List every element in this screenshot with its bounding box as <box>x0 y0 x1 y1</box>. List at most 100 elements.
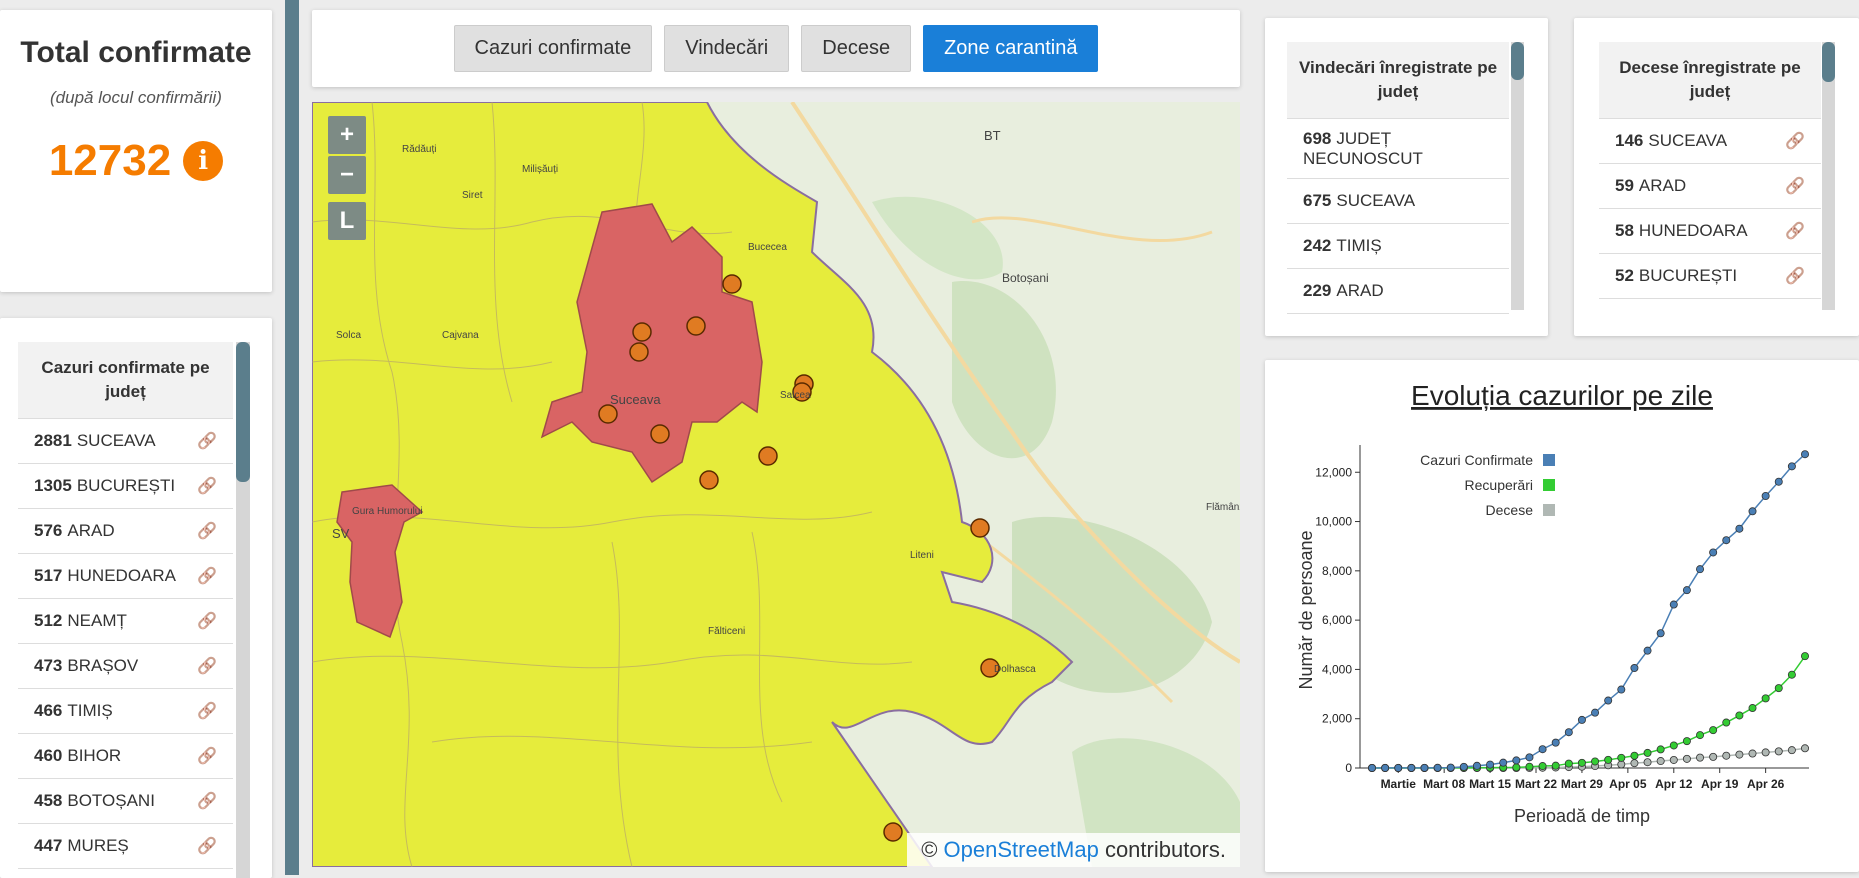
recoveries-scrollbar-track[interactable] <box>1511 42 1524 310</box>
case-marker[interactable] <box>699 470 719 490</box>
data-point[interactable] <box>1709 752 1718 761</box>
link-icon[interactable]: 🔗 <box>1785 131 1805 151</box>
data-point[interactable] <box>1604 696 1613 705</box>
data-point[interactable] <box>1682 737 1691 746</box>
list-item[interactable]: 52 BUCUREȘTI 🔗 <box>1599 254 1821 299</box>
link-icon[interactable]: 🔗 <box>197 836 217 856</box>
data-point[interactable] <box>1551 738 1560 747</box>
zoom-in-button[interactable]: + <box>328 116 366 154</box>
data-point[interactable] <box>1761 492 1770 501</box>
data-point[interactable] <box>1656 757 1665 766</box>
case-marker[interactable] <box>629 342 649 362</box>
data-point[interactable] <box>1748 749 1757 758</box>
deaths-scrollbar-thumb[interactable] <box>1822 42 1835 82</box>
list-item[interactable]: 512 NEAMȚ 🔗 <box>18 599 233 644</box>
data-point[interactable] <box>1669 755 1678 764</box>
data-point[interactable] <box>1774 477 1783 486</box>
data-point[interactable] <box>1709 726 1718 735</box>
data-point[interactable] <box>1722 536 1731 545</box>
data-point[interactable] <box>1486 760 1495 769</box>
list-item[interactable]: 517 HUNEDOARA 🔗 <box>18 554 233 599</box>
data-point[interactable] <box>1577 758 1586 767</box>
list-item[interactable]: 59 ARAD 🔗 <box>1599 164 1821 209</box>
tab-confirmed[interactable]: Cazuri confirmate <box>453 25 653 72</box>
data-point[interactable] <box>1682 586 1691 595</box>
quarantine-map[interactable]: Suceava BT Botoșani SV Bucecea Gura Humo… <box>312 102 1240 867</box>
link-icon[interactable]: 🔗 <box>197 746 217 766</box>
data-point[interactable] <box>1656 745 1665 754</box>
data-point[interactable] <box>1617 760 1626 769</box>
link-icon[interactable]: 🔗 <box>197 791 217 811</box>
case-marker[interactable] <box>722 274 742 294</box>
case-marker[interactable] <box>598 404 618 424</box>
data-point[interactable] <box>1722 751 1731 760</box>
data-point[interactable] <box>1591 757 1600 766</box>
data-point[interactable] <box>1459 762 1468 771</box>
link-icon[interactable]: 🔗 <box>197 701 217 721</box>
case-marker[interactable] <box>970 518 990 538</box>
data-point[interactable] <box>1801 652 1810 661</box>
list-item[interactable]: 58 HUNEDOARA 🔗 <box>1599 209 1821 254</box>
tab-recoveries[interactable]: Vindecări <box>664 25 790 72</box>
list-item[interactable]: 2881 SUCEAVA 🔗 <box>18 419 233 464</box>
data-point[interactable] <box>1617 685 1626 694</box>
data-point[interactable] <box>1722 718 1731 727</box>
data-point[interactable] <box>1512 756 1521 765</box>
data-point[interactable] <box>1787 462 1796 471</box>
list-item[interactable]: 473 BRAȘOV 🔗 <box>18 644 233 689</box>
list-item[interactable]: 460 BIHOR 🔗 <box>18 734 233 779</box>
data-point[interactable] <box>1538 745 1547 754</box>
data-point[interactable] <box>1577 715 1586 724</box>
data-point[interactable] <box>1643 748 1652 757</box>
data-point[interactable] <box>1787 670 1796 679</box>
data-point[interactable] <box>1368 763 1377 772</box>
link-icon[interactable]: 🔗 <box>1785 266 1805 286</box>
data-point[interactable] <box>1669 741 1678 750</box>
recoveries-scrollbar-thumb[interactable] <box>1511 42 1524 80</box>
data-point[interactable] <box>1696 731 1705 740</box>
list-item[interactable]: 576 ARAD 🔗 <box>18 509 233 554</box>
list-item[interactable]: 458 BOTOȘANI 🔗 <box>18 779 233 824</box>
link-icon[interactable]: 🔗 <box>197 476 217 496</box>
data-point[interactable] <box>1630 664 1639 673</box>
case-marker[interactable] <box>632 322 652 342</box>
openstreetmap-link[interactable]: OpenStreetMap <box>944 837 1099 862</box>
data-point[interactable] <box>1656 629 1665 638</box>
data-point[interactable] <box>1735 711 1744 720</box>
data-point[interactable] <box>1630 751 1639 760</box>
tab-quarantine[interactable]: Zone carantină <box>923 25 1099 72</box>
data-point[interactable] <box>1472 761 1481 770</box>
data-point[interactable] <box>1748 507 1757 516</box>
list-item[interactable]: 1305 BUCUREȘTI 🔗 <box>18 464 233 509</box>
data-point[interactable] <box>1696 753 1705 762</box>
link-icon[interactable]: 🔗 <box>197 656 217 676</box>
data-point[interactable] <box>1774 747 1783 756</box>
data-point[interactable] <box>1564 759 1573 768</box>
data-point[interactable] <box>1604 755 1613 764</box>
data-point[interactable] <box>1748 704 1757 713</box>
info-icon[interactable]: i <box>183 141 224 181</box>
data-point[interactable] <box>1735 750 1744 759</box>
link-icon[interactable]: 🔗 <box>197 521 217 541</box>
data-point[interactable] <box>1525 762 1534 771</box>
data-point[interactable] <box>1643 646 1652 655</box>
data-point[interactable] <box>1761 748 1770 757</box>
data-point[interactable] <box>1643 758 1652 767</box>
case-marker[interactable] <box>650 424 670 444</box>
data-point[interactable] <box>1407 763 1416 772</box>
data-point[interactable] <box>1381 763 1390 772</box>
data-point[interactable] <box>1433 763 1442 772</box>
data-point[interactable] <box>1446 763 1455 772</box>
deaths-scrollbar-track[interactable] <box>1822 42 1835 310</box>
link-icon[interactable]: 🔗 <box>197 566 217 586</box>
list-item[interactable]: 146 SUCEAVA 🔗 <box>1599 119 1821 164</box>
data-point[interactable] <box>1551 761 1560 770</box>
list-item[interactable]: 466 TIMIȘ 🔗 <box>18 689 233 734</box>
data-point[interactable] <box>1420 763 1429 772</box>
data-point[interactable] <box>1591 708 1600 717</box>
data-point[interactable] <box>1617 753 1626 762</box>
link-icon[interactable]: 🔗 <box>1785 176 1805 196</box>
data-point[interactable] <box>1801 744 1810 753</box>
data-point[interactable] <box>1630 759 1639 768</box>
layers-button[interactable]: L <box>328 202 366 240</box>
